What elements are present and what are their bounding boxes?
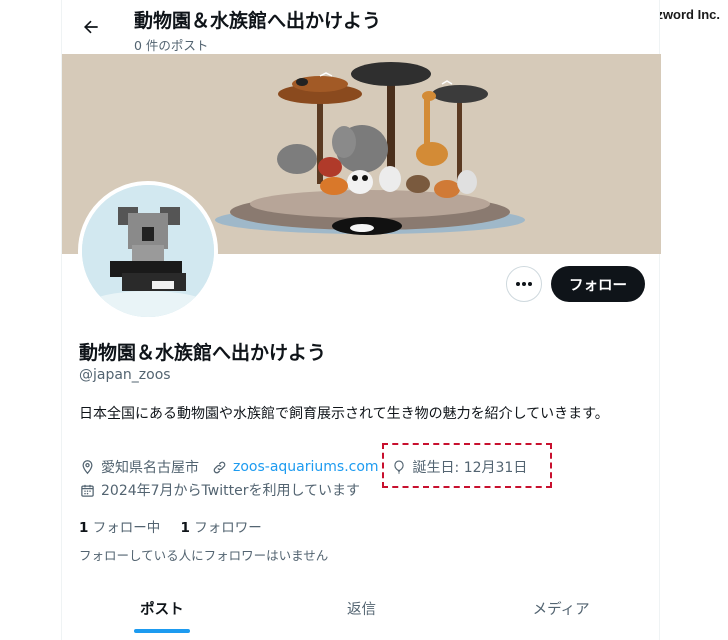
link-icon [211, 459, 228, 476]
profile-bio: 日本全国にある動物園や水族館で飼育展示されて生き物の魅力を紹介していきます。 [79, 406, 609, 422]
no-mutual-followers-note: フォローしている人にフォロワーはいません [79, 548, 329, 563]
profile-name: 動物園＆水族館へ出かけよう [79, 342, 327, 364]
calendar-icon [79, 482, 96, 499]
profile-location: 愛知県名古屋市 [101, 460, 199, 476]
tab-posts[interactable]: ポスト [62, 584, 262, 640]
profile-header-bar: 動物園＆水族館へ出かけよう 0 件のポスト [62, 0, 661, 54]
following-label: フォロー中 [92, 520, 161, 536]
following-count: 1 [79, 520, 89, 536]
koala-avatar-image [82, 185, 214, 317]
more-dots-icon [516, 282, 532, 286]
followers-label: フォロワー [194, 520, 262, 536]
profile-handle: @japan_zoos [79, 367, 171, 383]
profile-joined-row: 2024年7月からTwitterを利用しています [79, 480, 360, 500]
more-options-button[interactable] [506, 266, 542, 302]
profile-tabs: ポスト 返信 メディア [62, 584, 661, 640]
profile-joined: 2024年7月からTwitterを利用しています [101, 483, 361, 499]
follow-button[interactable]: フォロー [551, 266, 645, 302]
post-count: 0 件のポスト [134, 38, 209, 53]
followers-count: 1 [180, 520, 190, 536]
header-title: 動物園＆水族館へ出かけよう [134, 10, 382, 32]
profile-avatar[interactable] [78, 181, 218, 321]
tab-media[interactable]: メディア [461, 584, 661, 640]
birthday-highlight-box [382, 443, 552, 488]
profile-column: 動物園＆水族館へ出かけよう 0 件のポスト フォロー 動物園＆水族館へ出かけよう… [61, 0, 661, 640]
arrow-left-icon [84, 20, 98, 34]
followers-link[interactable]: 1 フォロワー [181, 520, 262, 536]
location-pin-icon [79, 459, 96, 476]
tab-label: 返信 [347, 602, 376, 618]
profile-website-link[interactable]: zoos-aquariums.com [233, 459, 379, 475]
back-button[interactable] [76, 12, 106, 42]
follow-stats: 1 フォロー中 1 フォロワー [79, 516, 278, 536]
following-link[interactable]: 1 フォロー中 [79, 520, 160, 536]
tab-replies[interactable]: 返信 [262, 584, 462, 640]
tab-label: メディア [532, 602, 590, 618]
tab-label: ポスト [140, 602, 184, 618]
